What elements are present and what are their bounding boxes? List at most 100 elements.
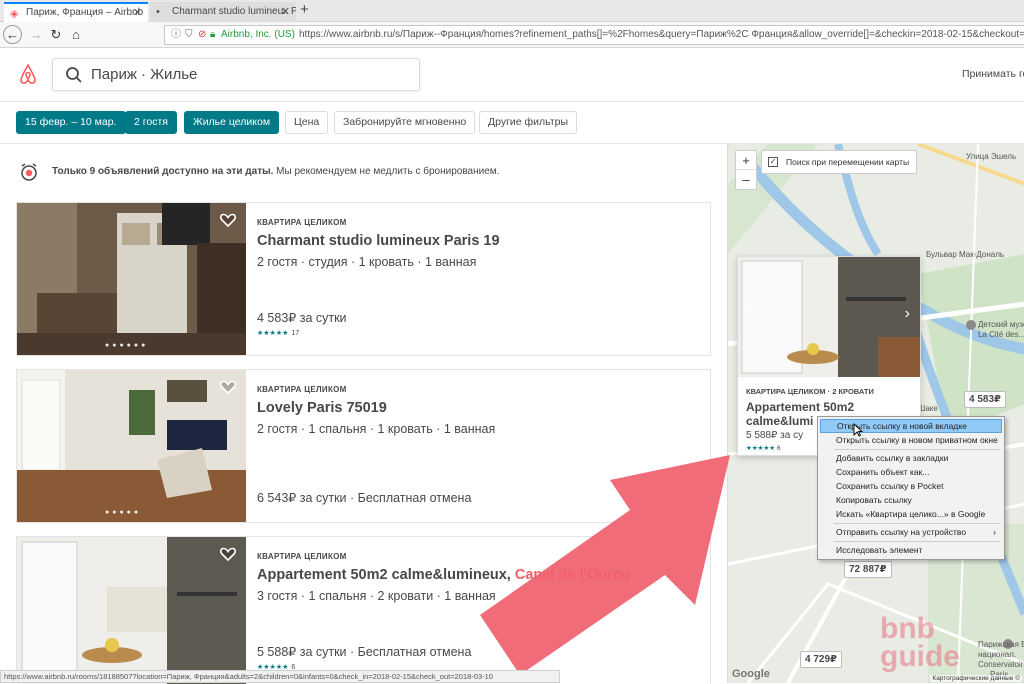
back-arrow-icon[interactable]: ←: [3, 25, 22, 44]
chevron-left-icon[interactable]: ‹: [748, 305, 753, 323]
search-value: Париж · Жилье: [91, 66, 198, 83]
menu-search-google[interactable]: Искать «Квартира целико...» в Google: [820, 507, 1002, 521]
listing-title[interactable]: Lovely Paris 75019: [257, 400, 387, 416]
listing-title-text: Charmant studio lumineux Paris 19: [257, 233, 500, 249]
plus-icon[interactable]: +: [300, 1, 309, 18]
chevron-right-icon[interactable]: ›: [905, 305, 910, 323]
more-filters-button[interactable]: Другие фильтры: [479, 111, 578, 134]
lock-icon: 🔒︎: [210, 29, 216, 40]
popup-photo[interactable]: ‹ ›: [738, 257, 920, 377]
heart-icon[interactable]: [219, 211, 237, 229]
menu-send-to-device-label: Отправить ссылку на устройство: [836, 527, 967, 537]
menu-open-new-tab[interactable]: Открыть ссылку в новой вкладке: [820, 419, 1002, 433]
context-menu: Открыть ссылку в новой вкладке Открыть с…: [817, 416, 1005, 560]
watermark-line: guide: [880, 640, 960, 673]
forward-arrow-icon[interactable]: →: [26, 25, 46, 45]
menu-open-private-window[interactable]: Открыть ссылку в новом приватном окне: [820, 433, 1002, 447]
close-tab-icon[interactable]: ✕: [281, 2, 290, 22]
listing-price: 4 583₽ за сутки: [257, 311, 347, 325]
notice-text: Только 9 объявлений доступно на эти даты…: [52, 160, 499, 184]
address-bar[interactable]: ⓘ ⛉ ⊘ 🔒︎ Airbnb, Inc. (US) https://www.a…: [164, 25, 1024, 45]
review-count: 6: [776, 445, 781, 452]
listing-price: 6 543₽ за сутки · Бесплатная отмена: [257, 491, 472, 505]
menu-divider: [834, 523, 1000, 524]
star-rating-icon: ★★★★★: [746, 445, 776, 452]
tab-airbnb-search[interactable]: ◈ Париж, Франция – Airbnb ✕: [4, 2, 148, 22]
heart-icon[interactable]: [219, 378, 237, 396]
menu-bookmark-link[interactable]: Добавить ссылку в закладки: [820, 451, 1002, 465]
instant-book-filter-button[interactable]: Забронируйте мгновенно: [334, 111, 476, 134]
listing-photo-image: [17, 370, 246, 522]
dates-filter-button[interactable]: 15 февр. – 10 мар.: [16, 111, 126, 134]
notice-bold: Только 9 объявлений доступно на эти даты…: [52, 166, 274, 177]
street-label: Улица Эшель: [966, 152, 1017, 161]
listing-title-text: Appartement 50m2 calme&lumineux,: [257, 567, 515, 583]
tab-title: Charmant studio lumineux Paris: [172, 6, 296, 17]
zoom-out-button[interactable]: –: [736, 170, 756, 189]
listing-photo-image: [17, 537, 246, 684]
listing-details: 3 гостя · 1 спальня · 2 кровати · 1 ванн…: [257, 589, 496, 603]
airbnb-favicon-icon: ◈: [10, 8, 19, 20]
browser-tab-bar: ◈ Париж, Франция – Airbnb ✕ • Charmant s…: [0, 0, 1024, 22]
google-logo[interactable]: Google: [732, 668, 770, 680]
listing-photo[interactable]: [17, 537, 246, 684]
watermark-line: bnb: [880, 612, 935, 645]
popup-rating: ★★★★★ 6: [746, 444, 781, 452]
menu-divider: [834, 449, 1000, 450]
price-pin[interactable]: 72 887₽: [844, 561, 892, 578]
listing-rating: ★★★★★ 17: [257, 329, 299, 337]
info-icon[interactable]: ⓘ: [171, 26, 181, 44]
menu-inspect-element[interactable]: Исследовать элемент: [820, 543, 1002, 557]
tracking-blocked-icon[interactable]: ⊘: [198, 26, 206, 44]
search-as-move-label: Поиск при перемещении карты: [786, 157, 910, 167]
close-tab-icon[interactable]: ✕: [133, 4, 142, 22]
site-header: Париж · Жилье Принимать гос: [0, 48, 1024, 102]
menu-send-to-device[interactable]: Отправить ссылку на устройство ›: [820, 525, 1002, 539]
listing-type: КВАРТИРА ЦЕЛИКОМ: [257, 552, 347, 561]
popup-listing-type: КВАРТИРА ЦЕЛИКОМ · 2 КРОВАТИ: [746, 387, 874, 396]
poi-label: Детский музей: [978, 320, 1024, 329]
listing-details: 2 гостя · 1 спальня · 1 кровать · 1 ванн…: [257, 422, 496, 436]
home-icon[interactable]: ⌂: [66, 25, 86, 45]
url-text[interactable]: https://www.airbnb.ru/s/Париж--Франция/h…: [299, 26, 1024, 44]
search-as-move-toggle[interactable]: ✓ Поиск при перемещении карты: [761, 150, 917, 174]
checkbox-checked-icon[interactable]: ✓: [768, 157, 778, 167]
carousel-dots: ●●●●●: [105, 509, 142, 516]
poi-label: La Cité des...: [978, 330, 1024, 339]
listing-photo[interactable]: ●●●●●: [17, 370, 246, 522]
poi-label: Парижская Высш.: [978, 640, 1024, 649]
menu-copy-link[interactable]: Копировать ссылку: [820, 493, 1002, 507]
menu-divider: [834, 541, 1000, 542]
price-pin[interactable]: 4 583₽: [964, 391, 1006, 408]
price-pin[interactable]: 4 729₽: [800, 651, 842, 668]
street-label: Бульвар Мак-Дональ: [926, 250, 1005, 259]
listing-photo[interactable]: ●●●●●●: [17, 203, 246, 355]
become-host-link[interactable]: Принимать гос: [962, 68, 1024, 80]
availability-notice: Только 9 объявлений доступно на эти даты…: [16, 160, 716, 186]
home-type-filter-button[interactable]: Жилье целиком: [184, 111, 280, 134]
zoom-in-button[interactable]: +: [736, 151, 756, 170]
status-bar-url: https://www.airbnb.ru/rooms/18188507?loc…: [0, 670, 560, 683]
alarm-clock-icon: [21, 163, 37, 181]
map-zoom-control: + –: [735, 150, 757, 190]
reload-icon[interactable]: ↻: [46, 25, 66, 45]
tab-listing[interactable]: • Charmant studio lumineux Paris ✕: [150, 2, 296, 22]
popup-price: 5 588₽ за су: [746, 430, 804, 441]
price-filter-button[interactable]: Цена: [285, 111, 329, 134]
map-attribution[interactable]: Картографические данные ©: [930, 675, 1022, 682]
listing-title[interactable]: Charmant studio lumineux Paris 19: [257, 233, 500, 249]
annotation-arrow-icon: [480, 455, 730, 675]
listing-photo-image: [17, 203, 246, 355]
airbnb-logo-icon[interactable]: [16, 62, 40, 86]
search-icon: [66, 67, 82, 83]
review-count: 17: [291, 330, 300, 337]
guests-filter-button[interactable]: 2 гостя: [125, 111, 177, 134]
menu-save-object[interactable]: Сохранить объект как...: [820, 465, 1002, 479]
poi-label: Conservatoire: [978, 660, 1024, 669]
heart-icon[interactable]: [219, 545, 237, 563]
listing-card[interactable]: ●●●●●● КВАРТИРА ЦЕЛИКОМ Charmant studio …: [16, 202, 711, 356]
shield-icon[interactable]: ⛉: [185, 26, 193, 44]
listing-price: 5 588₽ за сутки · Бесплатная отмена: [257, 645, 472, 659]
menu-save-to-pocket[interactable]: Сохранить ссылку в Pocket: [820, 479, 1002, 493]
search-input[interactable]: Париж · Жилье: [52, 58, 420, 91]
